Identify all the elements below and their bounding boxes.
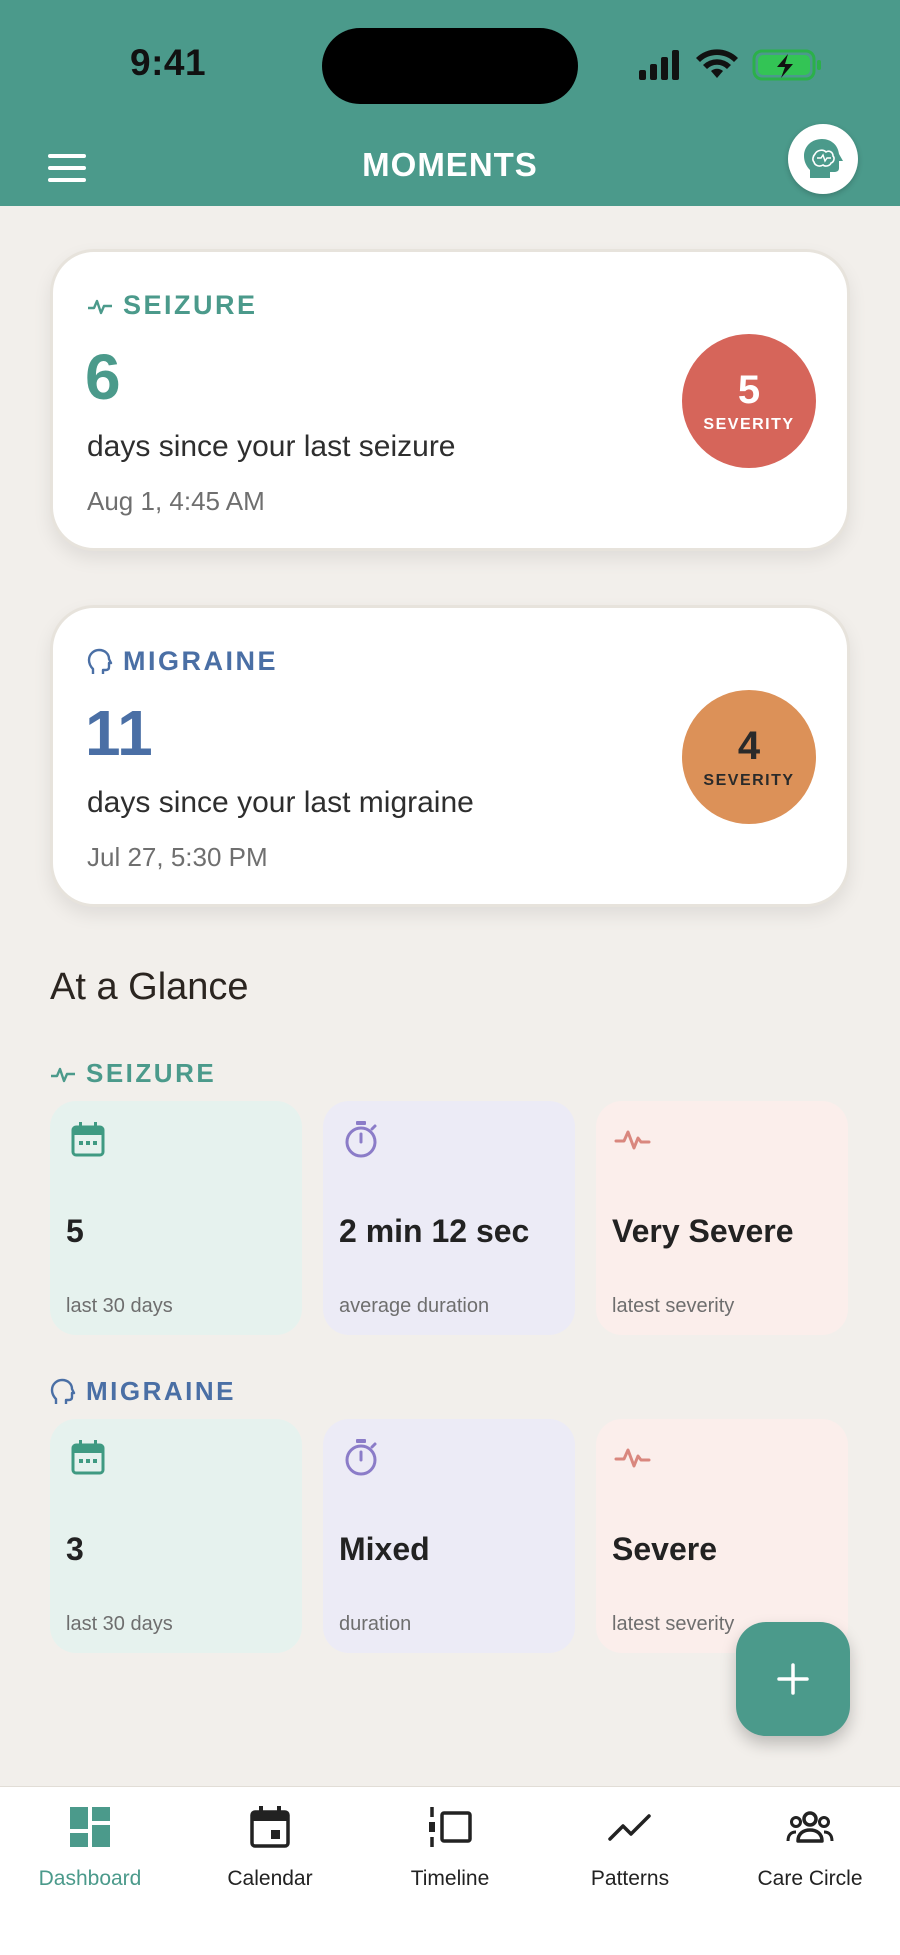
seizure-severity-tile[interactable]: Very Severe latest severity: [596, 1101, 848, 1335]
glance-migraine-heading: MIGRAINE: [50, 1376, 236, 1407]
seizure-severity-tile-caption: latest severity: [612, 1295, 735, 1317]
migraine-days-count: 11: [85, 697, 153, 769]
tab-calendar-label: Calendar: [227, 1867, 313, 1890]
seizure-since-text: days since your last seizure: [87, 430, 456, 463]
tab-care-circle[interactable]: Care Circle: [720, 1787, 900, 1907]
seizure-duration-caption: average duration: [339, 1295, 490, 1317]
dynamic-island: [322, 28, 578, 104]
seizure-severity-value: 5: [737, 368, 761, 412]
status-time: 9:41: [130, 42, 207, 83]
pulse-icon: [51, 1067, 75, 1082]
stopwatch-icon: [345, 1121, 377, 1158]
tab-dashboard-label: Dashboard: [38, 1867, 142, 1890]
migraine-severity-tile[interactable]: Severe latest severity: [596, 1419, 848, 1653]
app-header: 9:41 MOMENTS: [0, 0, 900, 206]
calendar-icon: [250, 1806, 290, 1848]
migraine-severity-value: 4: [737, 724, 761, 768]
migraine-count-value: 3: [66, 1531, 84, 1567]
migraine-duration-value: Mixed: [339, 1531, 430, 1567]
migraine-card-type-label: MIGRAINE: [123, 646, 278, 676]
migraine-duration-caption: duration: [339, 1613, 412, 1635]
wifi-icon: [696, 49, 738, 78]
migraine-moment-card[interactable]: MIGRAINE 11 days since your last migrain…: [50, 605, 850, 907]
seizure-count-tile[interactable]: 5 last 30 days: [50, 1101, 302, 1335]
tab-timeline-label: Timeline: [410, 1867, 490, 1890]
calendar-icon: [71, 1122, 105, 1157]
timeline-icon: [429, 1807, 472, 1847]
seizure-card-type-label: SEIZURE: [123, 290, 258, 320]
bottom-tab-bar: Dashboard Calendar Timeline Patterns Car…: [0, 1786, 900, 1955]
tab-patterns-label: Patterns: [590, 1867, 670, 1890]
dashboard-icon: [70, 1807, 110, 1847]
stopwatch-icon: [345, 1439, 377, 1476]
status-icons: [639, 49, 821, 81]
head-icon: [87, 648, 113, 674]
seizure-count-value: 5: [66, 1213, 84, 1249]
seizure-severity-tile-value: Very Severe: [612, 1213, 794, 1249]
tab-dashboard[interactable]: Dashboard: [0, 1787, 180, 1907]
head-icon: [50, 1378, 76, 1404]
glance-seizure-heading: SEIZURE: [50, 1058, 216, 1089]
migraine-severity-label: SEVERITY: [703, 772, 795, 789]
add-moment-button[interactable]: [736, 1622, 850, 1736]
tab-care-circle-label: Care Circle: [757, 1867, 863, 1890]
migraine-count-tile[interactable]: 3 last 30 days: [50, 1419, 302, 1653]
profile-avatar[interactable]: [788, 124, 858, 194]
seizure-duration-value: 2 min 12 sec: [339, 1213, 530, 1249]
seizure-days-count: 6: [85, 341, 121, 413]
migraine-count-caption: last 30 days: [66, 1613, 173, 1635]
tab-calendar[interactable]: Calendar: [180, 1787, 360, 1907]
tab-patterns[interactable]: Patterns: [540, 1787, 720, 1907]
head-brain-icon: [804, 139, 843, 178]
seizure-moment-card[interactable]: SEIZURE 6 days since your last seizure A…: [50, 249, 850, 551]
pulse-icon: [88, 299, 112, 314]
seizure-count-caption: last 30 days: [66, 1295, 173, 1317]
seizure-duration-tile[interactable]: 2 min 12 sec average duration: [323, 1101, 575, 1335]
trend-icon: [608, 1814, 651, 1841]
glance-seizure-label: SEIZURE: [86, 1058, 217, 1088]
plus-icon: [777, 1663, 809, 1695]
pulse-icon: [614, 1448, 651, 1468]
signal-icon: [639, 50, 679, 80]
migraine-last-date: Jul 27, 5:30 PM: [87, 842, 268, 872]
glance-migraine-label: MIGRAINE: [86, 1376, 236, 1406]
tab-timeline[interactable]: Timeline: [360, 1787, 540, 1907]
app-title: MOMENTS: [362, 146, 538, 183]
migraine-severity-tile-value: Severe: [612, 1531, 717, 1567]
migraine-since-text: days since your last migraine: [87, 786, 474, 819]
seizure-severity-badge: 5 SEVERITY: [682, 334, 816, 468]
glance-title: At a Glance: [50, 966, 249, 1008]
calendar-icon: [71, 1440, 105, 1475]
seizure-card-heading: SEIZURE: [87, 290, 258, 321]
migraine-duration-tile[interactable]: Mixed duration: [323, 1419, 575, 1653]
people-icon: [786, 1811, 834, 1843]
migraine-severity-tile-caption: latest severity: [612, 1613, 735, 1635]
migraine-severity-badge: 4 SEVERITY: [682, 690, 816, 824]
migraine-card-heading: MIGRAINE: [87, 646, 278, 677]
pulse-icon: [614, 1130, 651, 1150]
seizure-last-date: Aug 1, 4:45 AM: [87, 486, 265, 516]
seizure-severity-label: SEVERITY: [703, 416, 795, 433]
battery-icon: [752, 49, 821, 81]
